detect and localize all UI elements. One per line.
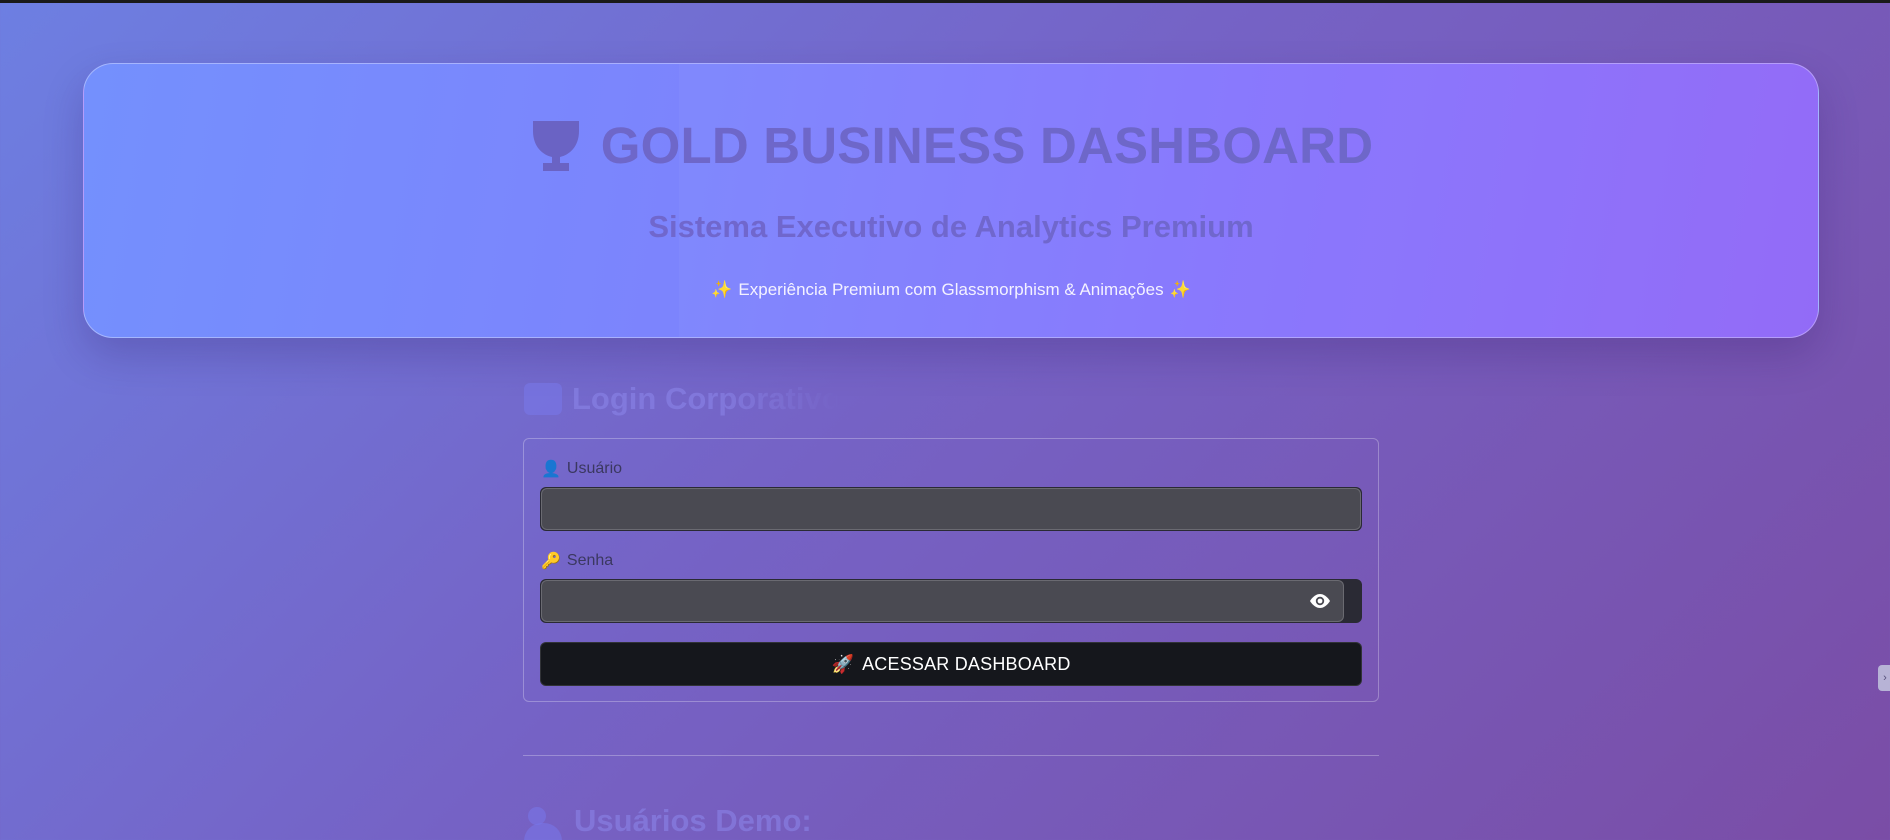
username-field-wrap	[540, 487, 1362, 531]
demo-users-heading-text: Usuários Demo:	[574, 803, 812, 838]
username-label: 👤 Usuário	[541, 459, 622, 479]
users-icon	[524, 805, 564, 840]
password-label: 🔑 Senha	[541, 551, 613, 571]
divider	[523, 755, 1379, 756]
key-icon: 🔑	[541, 553, 561, 570]
access-dashboard-label: ACESSAR DASHBOARD	[862, 653, 1071, 674]
eye-icon	[1310, 594, 1330, 608]
access-dashboard-button[interactable]: 🚀 ACESSAR DASHBOARD	[540, 642, 1362, 686]
page-title: GOLD BUSINESS DASHBOARD	[84, 116, 1818, 175]
login-form: 👤 Usuário 🔑 Senha 🚀 ACESSAR DASHBOARD	[523, 438, 1379, 702]
login-heading: Login Corporativo	[524, 381, 841, 417]
sparkle-icon: ✨	[711, 280, 733, 299]
sparkle-icon: ✨	[1169, 280, 1191, 299]
chevron-right-icon: ›	[1883, 672, 1887, 684]
sidebar-expand-handle[interactable]: ›	[1878, 665, 1890, 691]
username-label-text: Usuário	[566, 460, 623, 477]
demo-users-heading: Usuários Demo:	[524, 803, 812, 840]
password-label-text: Senha	[566, 552, 614, 569]
hero-card: GOLD BUSINESS DASHBOARD Sistema Executiv…	[83, 63, 1819, 338]
password-input[interactable]	[541, 580, 1344, 622]
show-password-toggle[interactable]	[1302, 583, 1338, 619]
username-input[interactable]	[541, 488, 1361, 530]
user-icon: 👤	[541, 461, 561, 478]
login-heading-text: Login Corporativo	[572, 381, 841, 416]
page-subtitle: Sistema Executivo de Analytics Premium	[648, 209, 1254, 244]
rocket-icon: 🚀	[831, 653, 855, 674]
folder-icon	[524, 383, 562, 415]
hero-tagline: ✨ Experiência Premium com Glassmorphism …	[84, 280, 1818, 300]
password-field-wrap	[540, 579, 1362, 623]
tagline-text: Experiência Premium com Glassmorphism & …	[738, 280, 1164, 299]
trophy-icon	[532, 120, 579, 171]
title-text: GOLD BUSINESS DASHBOARD	[600, 117, 1374, 174]
